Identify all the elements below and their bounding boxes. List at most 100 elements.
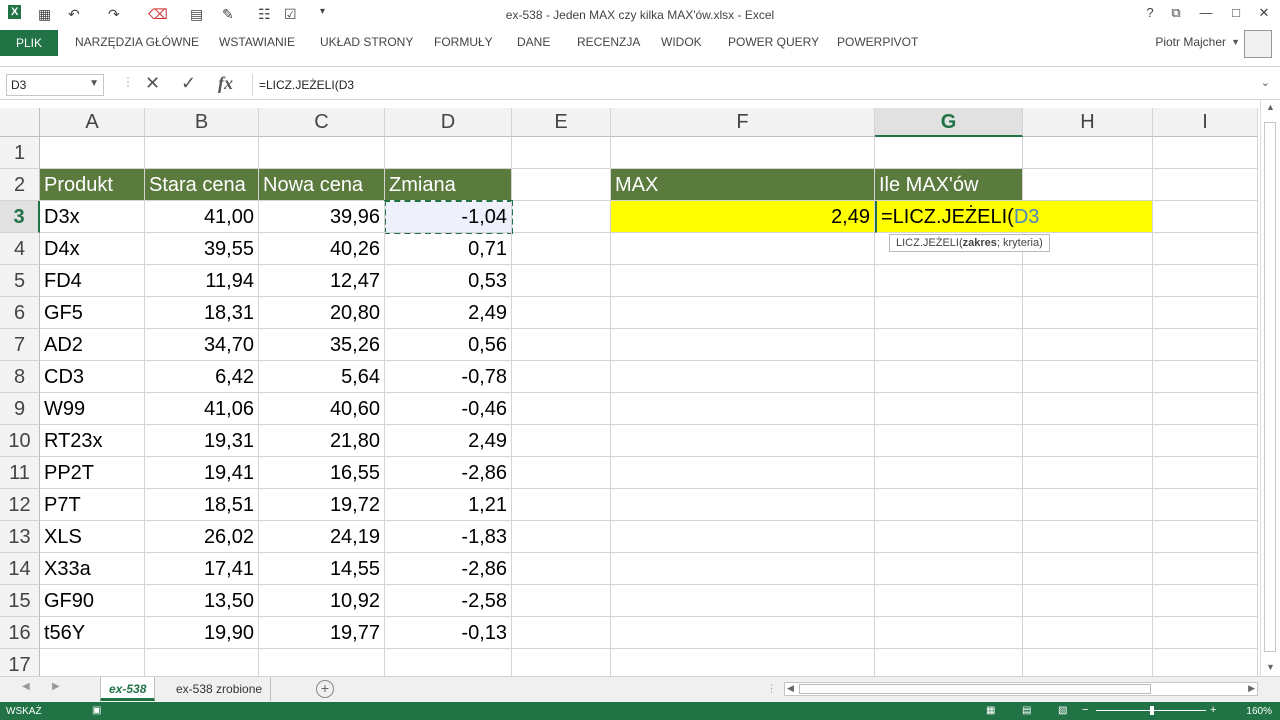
grid-cell[interactable] <box>1153 617 1258 649</box>
column-header-b[interactable]: B <box>145 108 259 137</box>
grid-cell[interactable] <box>875 521 1023 553</box>
table-cell[interactable]: X33a <box>40 553 145 585</box>
grid-cell[interactable] <box>1153 489 1258 521</box>
grid-cell[interactable] <box>145 649 259 676</box>
grid-cell[interactable] <box>875 393 1023 425</box>
table-cell[interactable]: 19,72 <box>259 489 385 521</box>
enter-button[interactable]: ✓ <box>181 73 196 94</box>
tab-splitter-icon[interactable]: ⋮ <box>766 682 777 695</box>
table-cell[interactable]: 18,31 <box>145 297 259 329</box>
row-header-11[interactable]: 11 <box>0 457 40 489</box>
row-header-2[interactable]: 2 <box>0 169 40 201</box>
page-break-view-icon[interactable]: ▧ <box>1058 705 1067 716</box>
table-cell[interactable]: D4x <box>40 233 145 265</box>
name-box[interactable]: D3 ▼ <box>6 74 104 96</box>
table-cell[interactable]: 6,42 <box>145 361 259 393</box>
table-cell[interactable]: -0,78 <box>385 361 512 393</box>
table-cell[interactable]: 14,55 <box>259 553 385 585</box>
grid-cell[interactable] <box>1023 169 1153 201</box>
tab-insert[interactable]: WSTAWIANIE <box>219 35 295 49</box>
table-cell[interactable]: 19,90 <box>145 617 259 649</box>
grid-cell[interactable] <box>512 553 611 585</box>
table-cell[interactable]: 24,19 <box>259 521 385 553</box>
grid-cell[interactable] <box>875 553 1023 585</box>
close-button[interactable]: ✕ <box>1254 5 1274 21</box>
grid-cell[interactable] <box>1153 265 1258 297</box>
horizontal-scrollbar[interactable]: ◀ ▶ <box>784 682 1258 696</box>
table-cell[interactable]: AD2 <box>40 329 145 361</box>
grid-cell[interactable] <box>611 329 875 361</box>
tab-power-query[interactable]: POWER QUERY <box>728 35 819 49</box>
chevron-down-icon[interactable]: ▼ <box>89 78 99 89</box>
grid-cell[interactable] <box>512 297 611 329</box>
grid-cell[interactable] <box>1023 521 1153 553</box>
grid-cell[interactable] <box>40 649 145 676</box>
grid-cell[interactable] <box>40 137 145 169</box>
table-cell[interactable]: 39,55 <box>145 233 259 265</box>
table-cell[interactable]: 40,26 <box>259 233 385 265</box>
row-header-17[interactable]: 17 <box>0 649 40 676</box>
table-cell[interactable]: XLS <box>40 521 145 553</box>
table-cell[interactable]: 0,56 <box>385 329 512 361</box>
table-cell[interactable]: 41,06 <box>145 393 259 425</box>
table-cell[interactable]: 1,21 <box>385 489 512 521</box>
grid-cell[interactable] <box>512 329 611 361</box>
grid-cell[interactable] <box>1153 425 1258 457</box>
grid-cell[interactable] <box>512 457 611 489</box>
table-cell[interactable]: 26,02 <box>145 521 259 553</box>
grid-cell[interactable] <box>611 297 875 329</box>
grid-cell[interactable] <box>1153 201 1258 233</box>
table-header[interactable]: Produkt <box>40 169 145 201</box>
grid-cell[interactable] <box>611 265 875 297</box>
help-button[interactable]: ? <box>1140 5 1160 20</box>
grid-cell[interactable] <box>1023 457 1153 489</box>
column-header-d[interactable]: D <box>385 108 512 137</box>
row-header-9[interactable]: 9 <box>0 393 40 425</box>
tab-powerpivot[interactable]: POWERPIVOT <box>837 35 918 49</box>
grid-cell[interactable] <box>512 425 611 457</box>
grid-cell[interactable] <box>611 361 875 393</box>
macro-record-icon[interactable]: ▣ <box>92 705 101 716</box>
grid-cell[interactable] <box>1153 553 1258 585</box>
grid-cell[interactable] <box>1153 649 1258 676</box>
grid-cell[interactable] <box>512 489 611 521</box>
row-header-4[interactable]: 4 <box>0 233 40 265</box>
grid-cell[interactable] <box>1023 297 1153 329</box>
grid-cell[interactable] <box>875 297 1023 329</box>
tab-data[interactable]: DANE <box>517 35 550 49</box>
table-cell[interactable]: -1,83 <box>385 521 512 553</box>
tab-page-layout[interactable]: UKŁAD STRONY <box>320 35 413 49</box>
cancel-button[interactable]: ✕ <box>145 73 160 94</box>
table-cell[interactable]: -2,86 <box>385 553 512 585</box>
table-cell[interactable]: P7T <box>40 489 145 521</box>
editing-cell-g3[interactable]: =LICZ.JEŻELI(D3 <box>875 201 1153 233</box>
grid-cell[interactable] <box>875 649 1023 676</box>
row-header-5[interactable]: 5 <box>0 265 40 297</box>
scroll-right-icon[interactable]: ▶ <box>1248 683 1255 694</box>
tooltip-arg-current[interactable]: zakres <box>963 237 997 249</box>
scroll-down-icon[interactable]: ▼ <box>1266 662 1275 672</box>
tab-file[interactable]: PLIK <box>0 30 58 56</box>
table-cell[interactable]: D3x <box>40 201 145 233</box>
horizontal-scroll-thumb[interactable] <box>799 684 1151 694</box>
column-header-i[interactable]: I <box>1153 108 1258 137</box>
page-layout-view-icon[interactable]: ▤ <box>1022 705 1031 716</box>
grid-cell[interactable] <box>611 617 875 649</box>
grid-cell[interactable] <box>611 137 875 169</box>
grid-cell[interactable] <box>1023 393 1153 425</box>
sheet-tab[interactable]: ex-538 zrobione <box>168 677 272 701</box>
row-header-15[interactable]: 15 <box>0 585 40 617</box>
grid-cell[interactable] <box>611 553 875 585</box>
table-cell[interactable]: RT23x <box>40 425 145 457</box>
column-header-h[interactable]: H <box>1023 108 1153 137</box>
table-header[interactable]: Stara cena <box>145 169 259 201</box>
table-cell[interactable]: PP2T <box>40 457 145 489</box>
grid-cell[interactable] <box>1023 137 1153 169</box>
table-cell[interactable]: 34,70 <box>145 329 259 361</box>
grid-cell[interactable] <box>1023 585 1153 617</box>
grid-cell[interactable] <box>385 137 512 169</box>
grid-cell[interactable] <box>611 425 875 457</box>
row-header-16[interactable]: 16 <box>0 617 40 649</box>
grid-cell[interactable] <box>1023 265 1153 297</box>
table-cell[interactable]: 21,80 <box>259 425 385 457</box>
